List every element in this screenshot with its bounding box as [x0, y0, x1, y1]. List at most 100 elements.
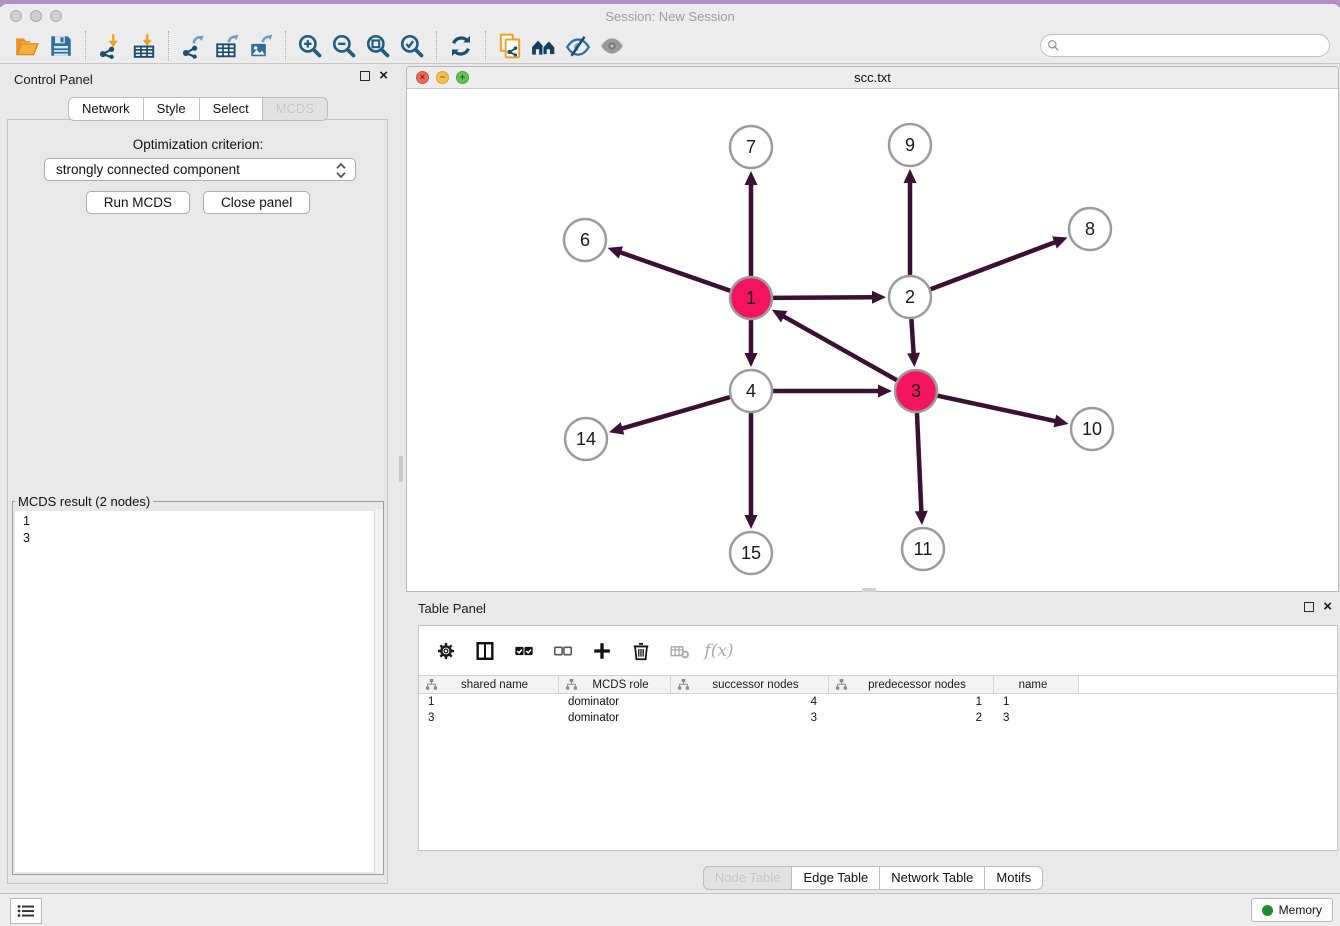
clone-network-button[interactable] — [493, 30, 527, 62]
zoom-out-button[interactable] — [327, 30, 361, 62]
column-header-successor-nodes[interactable]: successor nodes — [671, 676, 829, 693]
float-panel-icon[interactable] — [360, 71, 370, 81]
search-field-wrap — [1040, 34, 1330, 57]
graph-edge-3-10[interactable] — [938, 396, 1057, 422]
export-table-button[interactable] — [210, 30, 244, 62]
tab-node-table[interactable]: Node Table — [703, 866, 793, 890]
column-header-predecessor-nodes[interactable]: predecessor nodes — [829, 676, 994, 693]
search-input[interactable] — [1040, 34, 1330, 57]
horizontal-splitter-handle[interactable] — [862, 588, 876, 592]
graph-arrowhead — [609, 422, 624, 434]
table-row[interactable]: 3dominator323 — [419, 710, 1337, 726]
open-file-button[interactable] — [10, 30, 44, 62]
status-bar: Memory — [0, 893, 1340, 926]
zoom-fit-icon — [365, 33, 391, 59]
eye-icon — [599, 33, 625, 59]
zoom-selected-button[interactable] — [395, 30, 429, 62]
delete-table-button[interactable] — [667, 638, 693, 664]
graph-node-14[interactable]: 14 — [565, 418, 607, 460]
column-header-label: MCDS role — [577, 679, 670, 691]
graph-edge-3-1[interactable] — [782, 316, 896, 381]
column-namespace-icon — [836, 679, 847, 690]
column-header-name[interactable]: name — [994, 676, 1079, 693]
table-cell[interactable]: 3 — [994, 710, 1079, 726]
close-panel-button[interactable]: Close panel — [203, 191, 310, 214]
import-network-button[interactable] — [93, 30, 127, 62]
graph-node-2[interactable]: 2 — [889, 276, 931, 318]
graph-node-1[interactable]: 1 — [730, 277, 772, 319]
delete-row-button[interactable] — [628, 638, 654, 664]
graph-node-3[interactable]: 3 — [895, 370, 937, 412]
zoom-in-button[interactable] — [293, 30, 327, 62]
table-cell[interactable]: dominator — [559, 710, 671, 726]
table-cell[interactable]: 2 — [829, 710, 994, 726]
table-cell[interactable]: 4 — [671, 694, 829, 710]
graph-node-9[interactable]: 9 — [889, 124, 931, 166]
first-neighbors-button[interactable] — [527, 30, 561, 62]
mcds-buttons: Run MCDS Close panel — [0, 191, 396, 214]
graph-edge-1-2[interactable] — [773, 297, 874, 298]
network-canvas[interactable]: 7 9 6 8 1 2 4 3 14 10 15 11 — [407, 89, 1338, 591]
refresh-view-button[interactable] — [444, 30, 478, 62]
panel-splitter-handle[interactable] — [399, 456, 403, 482]
column-header-shared-name[interactable]: shared name — [419, 676, 559, 693]
task-history-button[interactable] — [10, 898, 42, 924]
tab-network[interactable]: Network — [68, 97, 144, 121]
titlebar[interactable]: Session: New Session — [0, 4, 1340, 28]
hidden-eye-button[interactable] — [595, 30, 629, 62]
columns-view-button[interactable] — [472, 638, 498, 664]
table-row[interactable]: 1dominator411 — [419, 694, 1337, 710]
toolbar-separator — [485, 31, 486, 61]
memory-button[interactable]: Memory — [1251, 898, 1333, 922]
gear-button[interactable] — [433, 638, 459, 664]
graph-edge-2-3[interactable] — [911, 319, 913, 355]
show-hide-panel-button[interactable] — [561, 30, 595, 62]
graph-edge-1-6[interactable] — [619, 252, 730, 291]
export-table-icon — [214, 33, 240, 59]
checked-boxes-icon — [513, 640, 535, 662]
table-cell[interactable]: 3 — [419, 710, 559, 726]
close-panel-icon[interactable]: × — [379, 71, 388, 81]
table-cell[interactable]: 1 — [419, 694, 559, 710]
graph-node-8[interactable]: 8 — [1069, 208, 1111, 250]
float-table-panel-icon[interactable] — [1304, 602, 1314, 612]
graph-edge-4-14[interactable] — [621, 397, 730, 429]
deselect-all-button[interactable] — [550, 638, 576, 664]
graph-node-7[interactable]: 7 — [730, 126, 772, 168]
close-table-panel-icon[interactable]: × — [1323, 602, 1332, 612]
select-all-button[interactable] — [511, 638, 537, 664]
graph-node-15[interactable]: 15 — [730, 532, 772, 574]
network-window-titlebar[interactable]: × − + scc.txt — [407, 67, 1338, 89]
session-title: Session: New Session — [0, 9, 1340, 24]
criterion-dropdown[interactable]: strongly connected component — [44, 158, 356, 181]
tab-motifs[interactable]: Motifs — [984, 866, 1043, 890]
export-image-button[interactable] — [244, 30, 278, 62]
tab-style[interactable]: Style — [143, 97, 200, 121]
function-builder-button[interactable]: f(x) — [706, 638, 732, 664]
table-cell[interactable]: 1 — [994, 694, 1079, 710]
graph-node-11[interactable]: 11 — [902, 528, 944, 570]
graph-node-10[interactable]: 10 — [1071, 408, 1113, 450]
result-scrollbar[interactable] — [374, 509, 383, 874]
mcds-result-list[interactable]: 13 — [15, 511, 381, 872]
table-panel-title: Table Panel — [418, 601, 486, 616]
graph-node-4[interactable]: 4 — [730, 370, 772, 412]
table-cell[interactable]: 1 — [829, 694, 994, 710]
tab-mcds[interactable]: MCDS — [262, 97, 328, 121]
graph-node-6[interactable]: 6 — [564, 219, 606, 261]
run-mcds-button[interactable]: Run MCDS — [86, 191, 190, 214]
add-row-button[interactable] — [589, 638, 615, 664]
table-cell[interactable]: dominator — [559, 694, 671, 710]
column-header-MCDS-role[interactable]: MCDS role — [559, 676, 671, 693]
graph-edge-2-8[interactable] — [931, 242, 1057, 290]
save-session-button[interactable] — [44, 30, 78, 62]
graph-edge-3-11[interactable] — [917, 413, 921, 513]
table-cell[interactable]: 3 — [671, 710, 829, 726]
export-network-button[interactable] — [176, 30, 210, 62]
tab-select[interactable]: Select — [199, 97, 263, 121]
control-panel: Control Panel × NetworkStyleSelectMCDS O… — [0, 64, 396, 888]
zoom-fit-button[interactable] — [361, 30, 395, 62]
tab-edge-table[interactable]: Edge Table — [791, 866, 880, 890]
import-table-button[interactable] — [127, 30, 161, 62]
tab-network-table[interactable]: Network Table — [879, 866, 985, 890]
